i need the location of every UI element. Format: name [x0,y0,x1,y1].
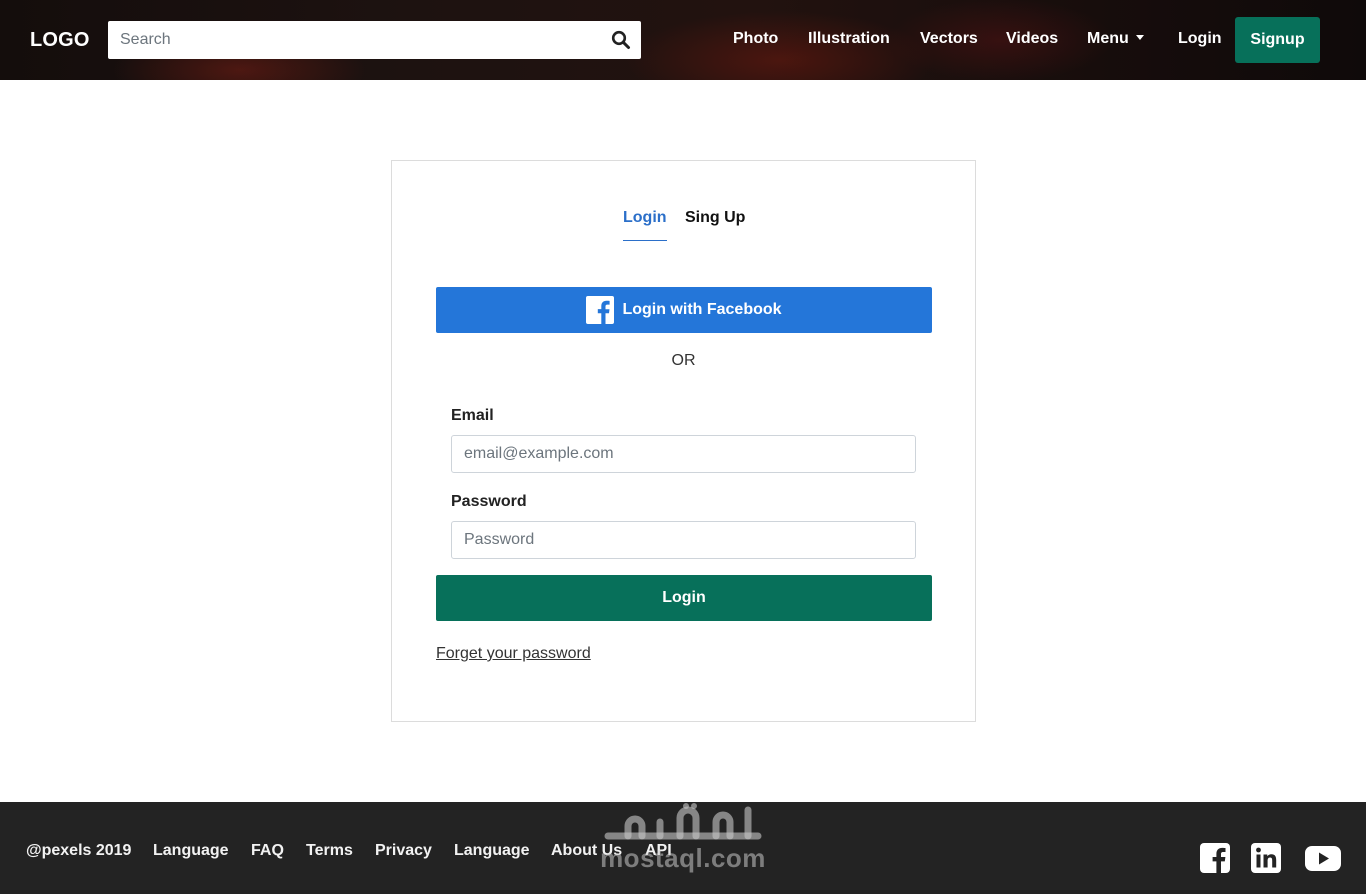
facebook-login-label: Login with Facebook [622,301,782,318]
footer-link-terms[interactable]: Terms [306,842,353,860]
password-label: Password [451,493,527,510]
nav-videos[interactable]: Videos [1006,30,1058,48]
facebook-icon [586,296,615,324]
footer-link-language-2[interactable]: Language [454,842,530,860]
search-bar [108,21,641,59]
top-navbar: LOGO Photo Illustration Vectors Videos M… [0,0,1366,80]
nav-menu-dropdown[interactable]: Menu [1087,30,1144,48]
footer-link-language[interactable]: Language [153,842,229,860]
signup-button[interactable]: Signup [1235,17,1320,63]
search-icon[interactable] [611,30,631,50]
youtube-icon[interactable] [1304,842,1342,874]
footer-link-about-us[interactable]: About Us [551,842,622,860]
password-field[interactable] [451,521,916,559]
tab-login[interactable]: Login [623,209,667,241]
logo[interactable]: LOGO [30,29,90,52]
facebook-login-button[interactable]: Login with Facebook [436,287,932,333]
auth-tabs: Login Sing Up [392,209,975,245]
footer: @pexels 2019 Language FAQ Terms Privacy … [0,802,1366,894]
nav-login[interactable]: Login [1178,30,1222,48]
facebook-icon[interactable] [1199,842,1231,874]
caret-down-icon [1135,35,1144,40]
auth-card: Login Sing Up Login with Facebook OR Ema… [391,160,976,722]
nav-menu-label: Menu [1087,30,1129,47]
nav-photo[interactable]: Photo [733,30,778,48]
nav-illustration[interactable]: Illustration [808,30,890,48]
linkedin-icon[interactable] [1250,842,1282,874]
forgot-password-link[interactable]: Forget your password [436,645,591,663]
footer-link-privacy[interactable]: Privacy [375,842,432,860]
copyright-text: @pexels 2019 [26,842,132,859]
tab-signup[interactable]: Sing Up [685,209,745,227]
nav-vectors[interactable]: Vectors [920,30,978,48]
login-button[interactable]: Login [436,575,932,621]
search-input[interactable] [108,21,598,59]
footer-link-faq[interactable]: FAQ [251,842,284,860]
or-divider: OR [671,352,696,369]
email-label: Email [451,407,494,424]
footer-link-api[interactable]: API [645,842,672,860]
email-field[interactable] [451,435,916,473]
